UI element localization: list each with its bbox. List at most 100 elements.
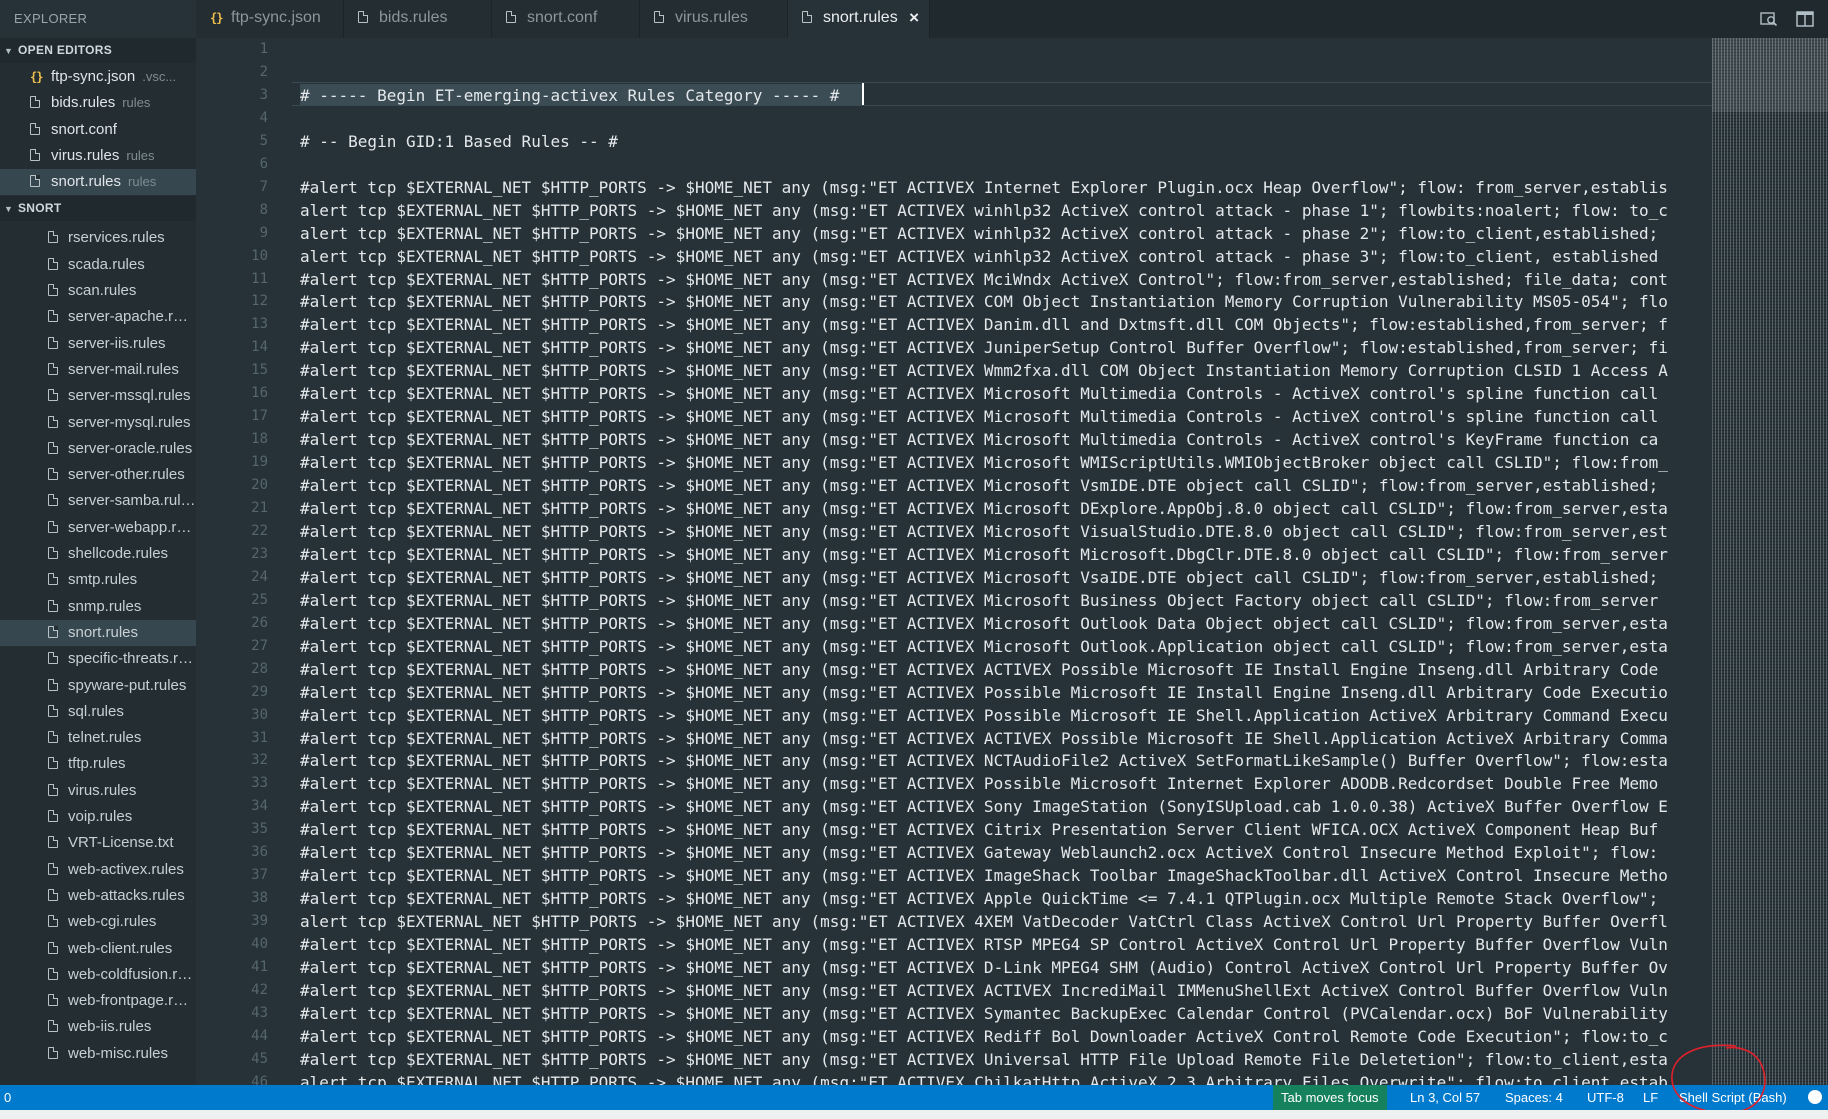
code-line[interactable]: #alert tcp $EXTERNAL_NET $HTTP_PORTS -> … — [300, 681, 1668, 704]
open-editor-item[interactable]: {} ftp-sync.json .vsc... — [0, 64, 196, 90]
code-line[interactable]: #alert tcp $EXTERNAL_NET $HTTP_PORTS -> … — [300, 428, 1658, 451]
code-line[interactable]: #alert tcp $EXTERNAL_NET $HTTP_PORTS -> … — [300, 268, 1668, 291]
sidebar-file-item[interactable]: snmp.rules — [0, 594, 196, 620]
tab-snort-rules[interactable]: snort.rules × — [788, 0, 930, 38]
sidebar-file-item[interactable]: telnet.rules — [0, 725, 196, 751]
code-line[interactable]: #alert tcp $EXTERNAL_NET $HTTP_PORTS -> … — [300, 658, 1658, 681]
code-line[interactable]: #alert tcp $EXTERNAL_NET $HTTP_PORTS -> … — [300, 864, 1668, 887]
code-line[interactable]: #alert tcp $EXTERNAL_NET $HTTP_PORTS -> … — [300, 841, 1658, 864]
code-line[interactable]: # ----- Begin ET-emerging-activex Rules … — [300, 84, 839, 107]
sidebar-file-item[interactable]: virus.rules — [0, 778, 196, 804]
sidebar-file-item[interactable]: shellcode.rules — [0, 541, 196, 567]
code-line[interactable]: #alert tcp $EXTERNAL_NET $HTTP_PORTS -> … — [300, 290, 1668, 313]
sidebar-file-item[interactable]: server-oracle.rules — [0, 436, 196, 462]
close-icon[interactable]: × — [909, 0, 919, 36]
code-line[interactable]: #alert tcp $EXTERNAL_NET $HTTP_PORTS -> … — [300, 818, 1658, 841]
code-line[interactable]: #alert tcp $EXTERNAL_NET $HTTP_PORTS -> … — [300, 1002, 1668, 1025]
open-editors-header[interactable]: ▼ OPEN EDITORS — [0, 38, 196, 63]
code-line[interactable]: #alert tcp $EXTERNAL_NET $HTTP_PORTS -> … — [300, 704, 1668, 727]
code-line[interactable]: alert tcp $EXTERNAL_NET $HTTP_PORTS -> $… — [300, 245, 1658, 268]
code-line[interactable]: #alert tcp $EXTERNAL_NET $HTTP_PORTS -> … — [300, 451, 1668, 474]
code-line[interactable]: #alert tcp $EXTERNAL_NET $HTTP_PORTS -> … — [300, 336, 1668, 359]
sidebar-file-item[interactable]: server-mail.rules — [0, 357, 196, 383]
sidebar-file-item[interactable]: web-misc.rules — [0, 1041, 196, 1067]
code-line[interactable]: #alert tcp $EXTERNAL_NET $HTTP_PORTS -> … — [300, 405, 1658, 428]
code-line[interactable]: #alert tcp $EXTERNAL_NET $HTTP_PORTS -> … — [300, 956, 1668, 979]
cursor-position[interactable]: Ln 3, Col 57 — [1410, 1085, 1480, 1110]
sidebar-file-item[interactable]: server-iis.rules — [0, 331, 196, 357]
sidebar-file-item[interactable]: web-iis.rules — [0, 1014, 196, 1040]
code-line[interactable]: alert tcp $EXTERNAL_NET $HTTP_PORTS -> $… — [300, 1071, 1668, 1085]
code-line[interactable]: #alert tcp $EXTERNAL_NET $HTTP_PORTS -> … — [300, 566, 1658, 589]
code-line[interactable]: #alert tcp $EXTERNAL_NET $HTTP_PORTS -> … — [300, 749, 1668, 772]
tab-virus-rules[interactable]: virus.rules — [640, 0, 788, 38]
snort-folder-header[interactable]: ▼ SNORT — [0, 196, 196, 222]
sidebar-file-item[interactable]: spyware-put.rules — [0, 673, 196, 699]
code-line[interactable]: # -- Begin GID:1 Based Rules -- # — [300, 130, 618, 153]
smiley-icon[interactable] — [1808, 1090, 1822, 1104]
sidebar-file-item[interactable]: web-activex.rules — [0, 857, 196, 883]
tab-ftp-sync-json[interactable]: {} ftp-sync.json — [196, 0, 344, 38]
sidebar-file-item[interactable]: voip.rules — [0, 804, 196, 830]
code-line[interactable]: alert tcp $EXTERNAL_NET $HTTP_PORTS -> $… — [300, 199, 1668, 222]
code-line[interactable]: #alert tcp $EXTERNAL_NET $HTTP_PORTS -> … — [300, 474, 1658, 497]
sidebar-file-item[interactable]: scan.rules — [0, 278, 196, 304]
sidebar-file-item[interactable]: smtp.rules — [0, 567, 196, 593]
code-line[interactable]: #alert tcp $EXTERNAL_NET $HTTP_PORTS -> … — [300, 772, 1658, 795]
sidebar-file-item[interactable]: server-other.rules — [0, 462, 196, 488]
code-line[interactable]: alert tcp $EXTERNAL_NET $HTTP_PORTS -> $… — [300, 910, 1668, 933]
sidebar-file-item[interactable]: web-attacks.rules — [0, 883, 196, 909]
tab-moves-focus-indicator[interactable]: Tab moves focus — [1273, 1085, 1387, 1110]
sidebar-file-item[interactable]: server-samba.rules — [0, 488, 196, 514]
minimap[interactable] — [1712, 38, 1828, 1085]
sidebar-file-item[interactable]: server-mysql.rules — [0, 410, 196, 436]
open-editor-item[interactable]: bids.rules rules — [0, 90, 196, 116]
code-line[interactable]: #alert tcp $EXTERNAL_NET $HTTP_PORTS -> … — [300, 313, 1668, 336]
minimap-slider[interactable] — [1712, 38, 1828, 112]
code-line[interactable]: #alert tcp $EXTERNAL_NET $HTTP_PORTS -> … — [300, 635, 1668, 658]
open-editor-item[interactable]: snort.rules rules — [0, 169, 196, 196]
sidebar-file-item[interactable]: rservices.rules — [0, 225, 196, 251]
sidebar-file-item[interactable]: tftp.rules — [0, 751, 196, 777]
sidebar-file-item[interactable]: VRT-License.txt — [0, 830, 196, 856]
sidebar-file-item[interactable]: server-mssql.rules — [0, 383, 196, 409]
language-mode[interactable]: Shell Script (Bash) — [1679, 1085, 1787, 1110]
code-line[interactable]: #alert tcp $EXTERNAL_NET $HTTP_PORTS -> … — [300, 382, 1658, 405]
sidebar-file-item[interactable]: web-cgi.rules — [0, 909, 196, 935]
code-line[interactable]: #alert tcp $EXTERNAL_NET $HTTP_PORTS -> … — [300, 887, 1658, 910]
sidebar-file-item[interactable]: scada.rules — [0, 252, 196, 278]
code-line[interactable]: #alert tcp $EXTERNAL_NET $HTTP_PORTS -> … — [300, 543, 1668, 566]
code-line[interactable]: #alert tcp $EXTERNAL_NET $HTTP_PORTS -> … — [300, 589, 1658, 612]
split-editor-icon[interactable] — [1796, 10, 1814, 28]
sidebar-file-item[interactable]: sql.rules — [0, 699, 196, 725]
code-line[interactable]: #alert tcp $EXTERNAL_NET $HTTP_PORTS -> … — [300, 520, 1668, 543]
code-line[interactable]: #alert tcp $EXTERNAL_NET $HTTP_PORTS -> … — [300, 727, 1668, 750]
sidebar-file-item[interactable]: server-apache.rules — [0, 304, 196, 330]
tab-snort-conf[interactable]: snort.conf — [492, 0, 640, 38]
sidebar-file-item[interactable]: server-webapp.rules — [0, 515, 196, 541]
sidebar-file-item[interactable]: web-client.rules — [0, 936, 196, 962]
code-line[interactable]: #alert tcp $EXTERNAL_NET $HTTP_PORTS -> … — [300, 497, 1668, 520]
indentation-setting[interactable]: Spaces: 4 — [1505, 1085, 1563, 1110]
tab-bids-rules[interactable]: bids.rules — [344, 0, 492, 38]
open-editor-item[interactable]: virus.rules rules — [0, 143, 196, 169]
code-line[interactable]: #alert tcp $EXTERNAL_NET $HTTP_PORTS -> … — [300, 795, 1668, 818]
code-editor[interactable]: 1 2 3 4 5 6 7 8 9 10 11 12 13 14 15 16 17 18 19 20 21 22 23 24 2… — [196, 38, 1712, 1085]
eol-setting[interactable]: LF — [1643, 1085, 1658, 1110]
sidebar-file-item[interactable]: web-coldfusion.rules — [0, 962, 196, 988]
open-editor-item[interactable]: snort.conf — [0, 117, 196, 143]
code-line[interactable]: #alert tcp $EXTERNAL_NET $HTTP_PORTS -> … — [300, 979, 1668, 1002]
status-problems-count[interactable]: 0 — [4, 1085, 11, 1110]
code-line[interactable]: #alert tcp $EXTERNAL_NET $HTTP_PORTS -> … — [300, 933, 1668, 956]
open-changes-icon[interactable] — [1760, 10, 1778, 28]
sidebar-file-item[interactable]: snort.rules — [0, 619, 196, 647]
code-line[interactable]: #alert tcp $EXTERNAL_NET $HTTP_PORTS -> … — [300, 1025, 1668, 1048]
code-line[interactable]: #alert tcp $EXTERNAL_NET $HTTP_PORTS -> … — [300, 359, 1668, 382]
code-line[interactable]: #alert tcp $EXTERNAL_NET $HTTP_PORTS -> … — [300, 176, 1668, 199]
code-line[interactable]: #alert tcp $EXTERNAL_NET $HTTP_PORTS -> … — [300, 1048, 1668, 1071]
code-line[interactable]: #alert tcp $EXTERNAL_NET $HTTP_PORTS -> … — [300, 612, 1668, 635]
sidebar-file-item[interactable]: specific-threats.rules — [0, 646, 196, 672]
encoding-setting[interactable]: UTF-8 — [1587, 1085, 1624, 1110]
sidebar-file-item[interactable]: web-frontpage.rules — [0, 988, 196, 1014]
code-line[interactable]: alert tcp $EXTERNAL_NET $HTTP_PORTS -> $… — [300, 222, 1658, 245]
